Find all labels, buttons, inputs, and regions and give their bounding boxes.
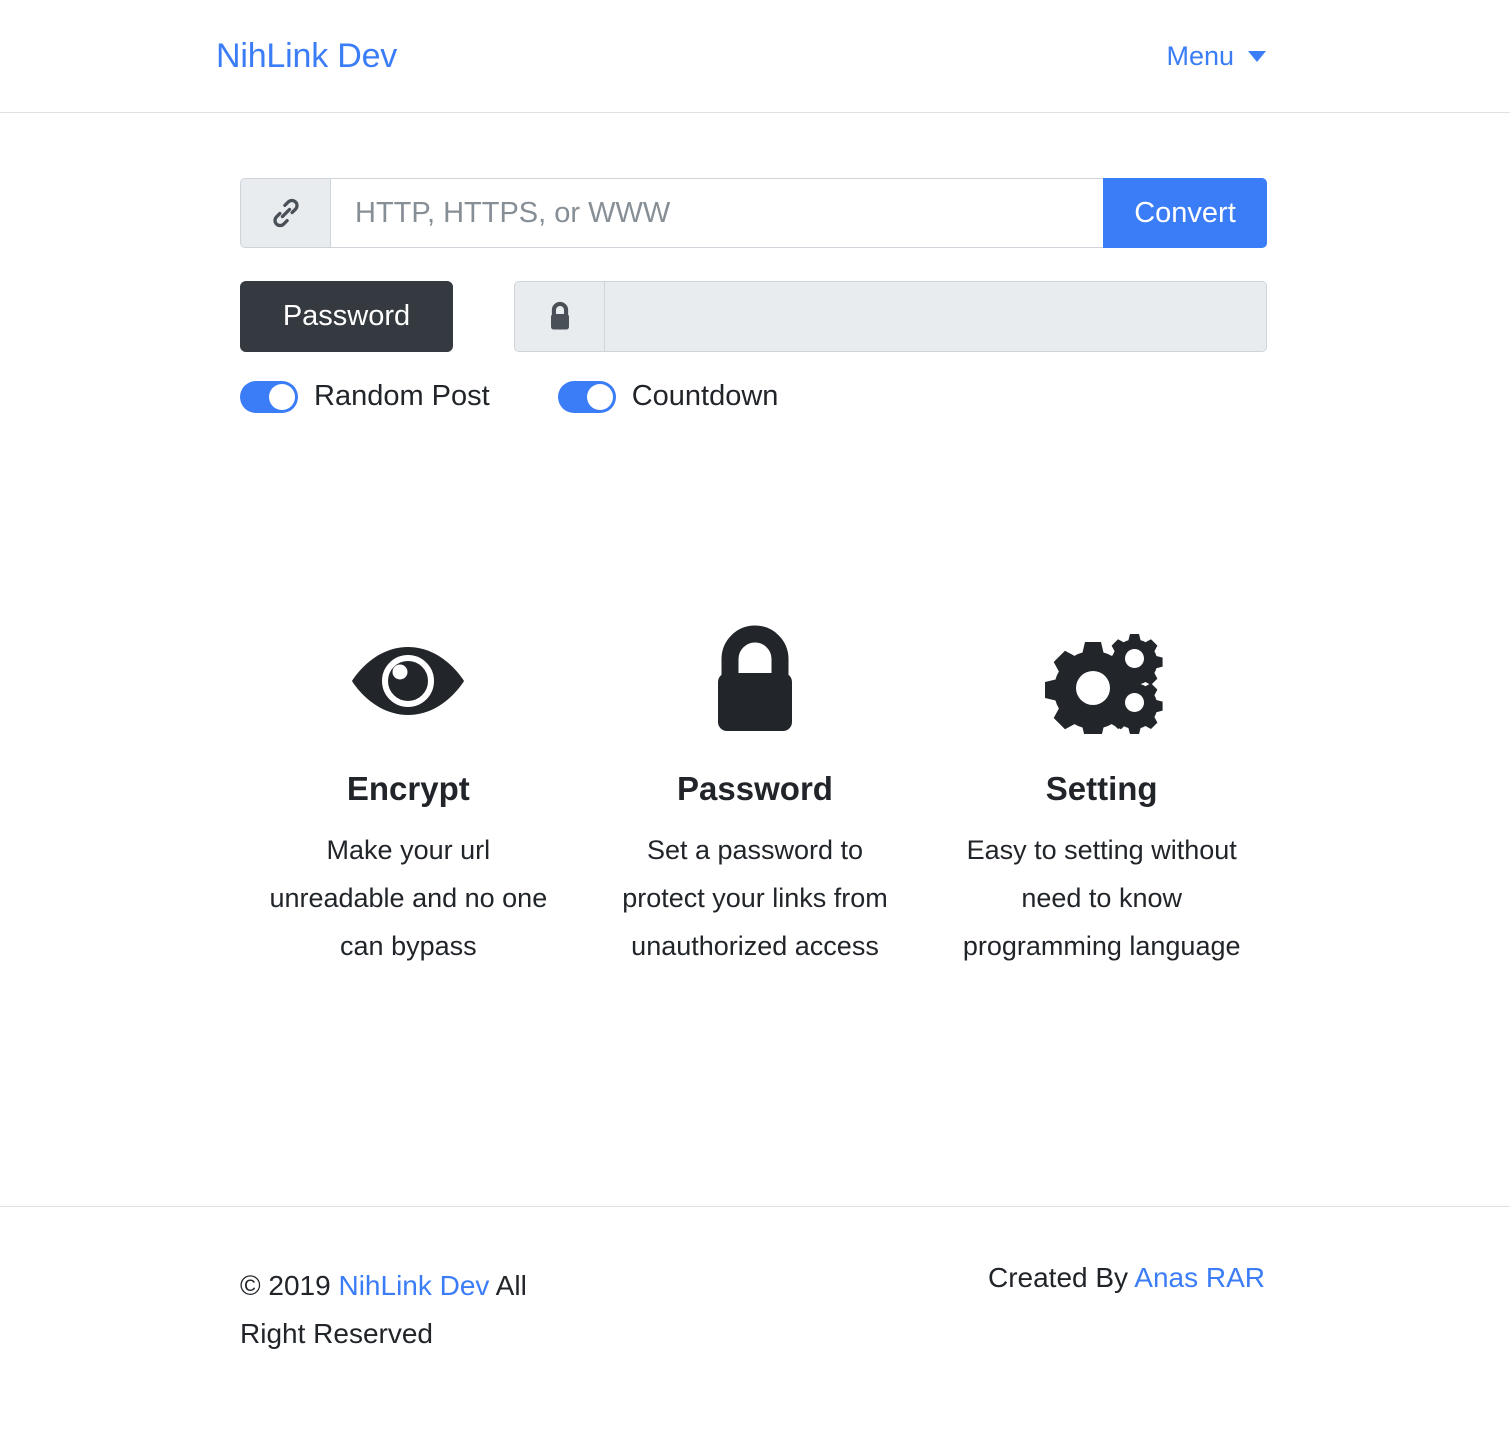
feature-description: Set a password to protect your links fro… [622, 835, 888, 962]
feature-icon-wrap [604, 613, 907, 748]
shortener-form: Convert Password Random Post [240, 113, 1270, 413]
toggle-knob [586, 383, 613, 410]
password-input-group [514, 281, 1267, 352]
feature-title: Setting [1045, 770, 1158, 807]
lock-icon-box [515, 282, 605, 351]
eye-icon [352, 646, 465, 715]
navbar: NihLink Dev Menu [0, 0, 1510, 113]
feature-description: Make your url unreadable and no one can … [269, 835, 548, 962]
main-container: Convert Password Random Post [0, 113, 1510, 413]
link-icon-box [240, 178, 331, 248]
convert-button[interactable]: Convert [1103, 178, 1267, 248]
credit-prefix: Created By [987, 1262, 1135, 1293]
password-input[interactable] [605, 282, 1266, 351]
copyright-text: © 2019 NihLink Dev All Right Reserved [240, 1262, 580, 1358]
toggle-countdown[interactable]: Countdown [557, 380, 779, 413]
options-row: Random Post Countdown [240, 380, 1270, 413]
copyright-brand-link[interactable]: NihLink Dev [338, 1270, 489, 1301]
menu-dropdown-toggle[interactable]: Menu [1166, 41, 1266, 72]
feature-password: Password Set a password to protect your … [582, 613, 929, 970]
feature-title: Password [677, 770, 833, 807]
copyright-prefix: © 2019 [240, 1270, 339, 1301]
lock-icon [550, 301, 569, 330]
password-row: Password [240, 281, 1270, 352]
lock-icon [718, 625, 792, 731]
features-section: Encrypt Make your url unreadable and no … [0, 613, 1510, 970]
toggle-random-post[interactable]: Random Post [240, 380, 490, 413]
toggle-knob [269, 383, 295, 410]
toggle-switch-random-post[interactable] [240, 380, 298, 413]
feature-icon-wrap [950, 613, 1253, 748]
author-link[interactable]: Anas RAR [1134, 1262, 1265, 1293]
toggle-label-countdown: Countdown [631, 380, 779, 412]
menu-label: Menu [1166, 40, 1234, 71]
feature-title: Encrypt [346, 770, 470, 807]
url-input[interactable] [331, 178, 1103, 248]
toggle-label-random-post: Random Post [314, 380, 490, 412]
password-toggle-button[interactable]: Password [240, 281, 453, 352]
chevron-down-icon [1248, 50, 1266, 62]
feature-description: Easy to setting without need to know pro… [962, 835, 1241, 962]
link-icon [272, 198, 299, 228]
footer: © 2019 NihLink Dev All Right Reserved Cr… [0, 1262, 1510, 1358]
feature-setting: Setting Easy to setting without need to … [928, 613, 1275, 970]
credit-text: Created By Anas RAR [988, 1262, 1270, 1358]
feature-icon-wrap [257, 613, 560, 748]
cogs-icon [1044, 633, 1163, 734]
toggle-switch-countdown[interactable] [557, 380, 616, 413]
footer-divider [0, 1206, 1510, 1207]
brand-link[interactable]: NihLink Dev [216, 37, 397, 76]
feature-encrypt: Encrypt Make your url unreadable and no … [235, 613, 582, 970]
url-input-group: Convert [240, 178, 1267, 248]
